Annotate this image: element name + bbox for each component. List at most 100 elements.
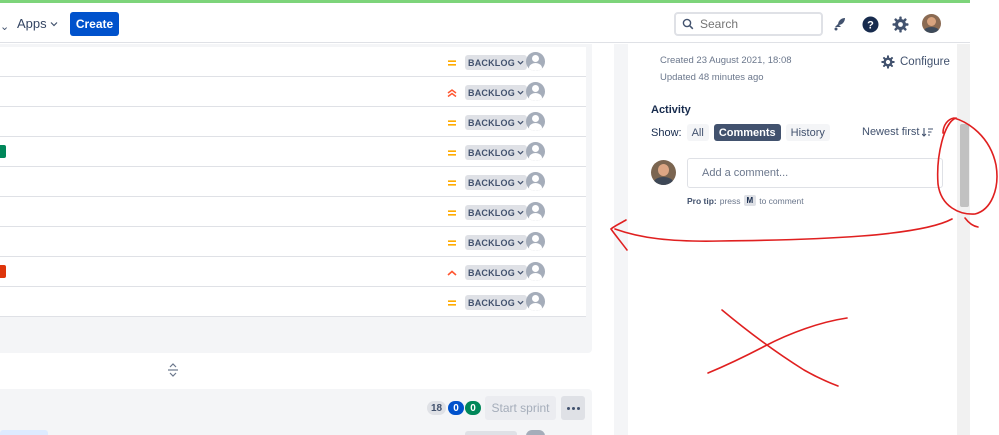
svg-text:?: ? bbox=[867, 19, 874, 31]
priority-medium-icon bbox=[446, 116, 458, 128]
backlog-area: BACKLOG BACKLOG BACKLOG BACKLOG BACKLOG BACKL… bbox=[0, 44, 614, 435]
status-dropdown[interactable]: BACKLOG bbox=[465, 265, 527, 280]
pro-tip-suffix: to comment bbox=[759, 195, 804, 206]
help-icon[interactable]: ? bbox=[861, 15, 879, 33]
apps-menu-label: Apps bbox=[17, 16, 47, 31]
chevron-down-icon bbox=[517, 60, 524, 65]
status-dropdown[interactable]: BACKLOG bbox=[465, 85, 527, 100]
status-label: BACKLOG bbox=[468, 177, 515, 188]
create-button[interactable]: Create bbox=[70, 12, 119, 36]
activity-filter: Show: All Comments History bbox=[651, 124, 830, 141]
configure-button[interactable]: Configure bbox=[881, 55, 950, 69]
unassigned-avatar-icon[interactable] bbox=[526, 202, 545, 221]
chevron-down-icon[interactable]: ⌄ bbox=[0, 20, 9, 33]
backlog-issue-row[interactable]: BACKLOG bbox=[0, 257, 586, 287]
chevron-down-icon bbox=[517, 210, 524, 215]
priority-highest-icon bbox=[446, 86, 458, 98]
filter-comments-button[interactable]: Comments bbox=[713, 124, 781, 141]
add-comment-input[interactable]: Add a comment... bbox=[687, 158, 943, 188]
backlog-issue-row[interactable]: BACKLOG bbox=[0, 47, 586, 77]
search-field[interactable] bbox=[674, 12, 823, 36]
priority-medium-icon bbox=[446, 146, 458, 158]
chevron-down-icon bbox=[517, 90, 524, 95]
scrollbar-track[interactable] bbox=[957, 44, 970, 435]
unassigned-avatar-icon[interactable] bbox=[526, 232, 545, 251]
pro-tip-press: press bbox=[719, 195, 741, 206]
backlog-issue-row[interactable]: BACKLOG bbox=[0, 107, 586, 137]
chevron-down-icon bbox=[517, 180, 524, 185]
shortcut-key: M bbox=[743, 195, 757, 206]
unassigned-avatar-icon[interactable] bbox=[526, 52, 545, 71]
search-input[interactable] bbox=[700, 17, 810, 31]
priority-high-icon bbox=[446, 266, 458, 278]
created-timestamp: Created 23 August 2021, 18:08 bbox=[660, 55, 792, 66]
current-user-avatar bbox=[651, 160, 676, 185]
start-sprint-button[interactable]: Start sprint bbox=[485, 396, 556, 420]
show-label: Show: bbox=[651, 126, 682, 139]
assignee-avatar bbox=[526, 430, 545, 435]
status-label: BACKLOG bbox=[468, 297, 515, 308]
next-issue-row-peek bbox=[0, 430, 586, 435]
backlog-issue-row[interactable]: BACKLOG bbox=[0, 77, 586, 107]
unassigned-avatar-icon[interactable] bbox=[526, 142, 545, 161]
unassigned-avatar-icon[interactable] bbox=[526, 262, 545, 281]
issue-key-pill bbox=[0, 430, 48, 435]
more-actions-button[interactable] bbox=[561, 396, 585, 420]
priority-medium-icon bbox=[446, 236, 458, 248]
backlog-issue-row[interactable]: BACKLOG bbox=[0, 287, 586, 317]
dot bbox=[571, 406, 575, 410]
top-navigation-bar: ⌄ Apps Create ? bbox=[0, 3, 970, 43]
status-label: BACKLOG bbox=[468, 207, 515, 218]
status-dropdown[interactable]: BACKLOG bbox=[465, 145, 527, 160]
apps-menu[interactable]: Apps bbox=[17, 16, 58, 31]
chevron-down-icon bbox=[50, 21, 58, 26]
backlog-issue-list: BACKLOG BACKLOG BACKLOG BACKLOG BACKLOG BACKL… bbox=[0, 47, 586, 317]
jira-backlog-page: { "topbar": { "apps_label": "Apps", "cre… bbox=[0, 0, 999, 435]
status-label: BACKLOG bbox=[468, 117, 515, 128]
filter-all-button[interactable]: All bbox=[686, 124, 709, 141]
status-dropdown[interactable]: BACKLOG bbox=[465, 115, 527, 130]
notifications-icon[interactable] bbox=[831, 15, 849, 33]
configure-label: Configure bbox=[900, 56, 950, 68]
user-avatar[interactable] bbox=[922, 14, 941, 33]
status-lozenge bbox=[465, 431, 517, 435]
resize-handle-icon[interactable] bbox=[166, 363, 180, 377]
issue-detail-panel: Created 23 August 2021, 18:08 Updated 48… bbox=[614, 44, 957, 435]
backlog-issue-row[interactable]: BACKLOG bbox=[0, 137, 586, 167]
status-label: BACKLOG bbox=[468, 57, 515, 68]
backlog-section: BACKLOG BACKLOG BACKLOG BACKLOG BACKLOG BACKL… bbox=[0, 44, 592, 353]
backlog-issue-row[interactable]: BACKLOG bbox=[0, 167, 586, 197]
scrollbar-thumb[interactable] bbox=[960, 124, 969, 207]
backlog-issue-row[interactable]: BACKLOG bbox=[0, 227, 586, 257]
backlog-issue-row[interactable]: BACKLOG bbox=[0, 197, 586, 227]
epic-label-tag[interactable] bbox=[0, 265, 6, 278]
unassigned-avatar-icon[interactable] bbox=[526, 172, 545, 191]
status-dropdown[interactable]: BACKLOG bbox=[465, 55, 527, 70]
in-progress-count-badge: 0 bbox=[448, 401, 464, 415]
pro-tip: Pro tip: press M to comment bbox=[687, 195, 804, 206]
priority-medium-icon bbox=[446, 296, 458, 308]
sprint-header: 18 0 0 Start sprint bbox=[0, 389, 592, 435]
status-label: BACKLOG bbox=[468, 267, 515, 278]
search-icon bbox=[682, 18, 694, 30]
chevron-down-icon bbox=[517, 150, 524, 155]
unassigned-avatar-icon[interactable] bbox=[526, 82, 545, 101]
status-dropdown[interactable]: BACKLOG bbox=[465, 205, 527, 220]
priority-medium-icon bbox=[446, 206, 458, 218]
dot bbox=[576, 406, 580, 410]
status-dropdown[interactable]: BACKLOG bbox=[465, 295, 527, 310]
sort-order-button[interactable]: Newest first bbox=[862, 126, 934, 138]
status-label: BACKLOG bbox=[468, 147, 515, 158]
status-dropdown[interactable]: BACKLOG bbox=[465, 235, 527, 250]
status-label: BACKLOG bbox=[468, 87, 515, 98]
filter-history-button[interactable]: History bbox=[785, 124, 830, 141]
unassigned-avatar-icon[interactable] bbox=[526, 112, 545, 131]
chevron-down-icon bbox=[517, 120, 524, 125]
issue-count-badge: 18 bbox=[427, 401, 447, 415]
epic-label-tag[interactable] bbox=[0, 145, 6, 158]
status-dropdown[interactable]: BACKLOG bbox=[465, 175, 527, 190]
unassigned-avatar-icon[interactable] bbox=[526, 292, 545, 311]
updated-timestamp: Updated 48 minutes ago bbox=[660, 72, 764, 83]
settings-gear-icon[interactable] bbox=[891, 15, 909, 33]
chevron-down-icon bbox=[517, 300, 524, 305]
